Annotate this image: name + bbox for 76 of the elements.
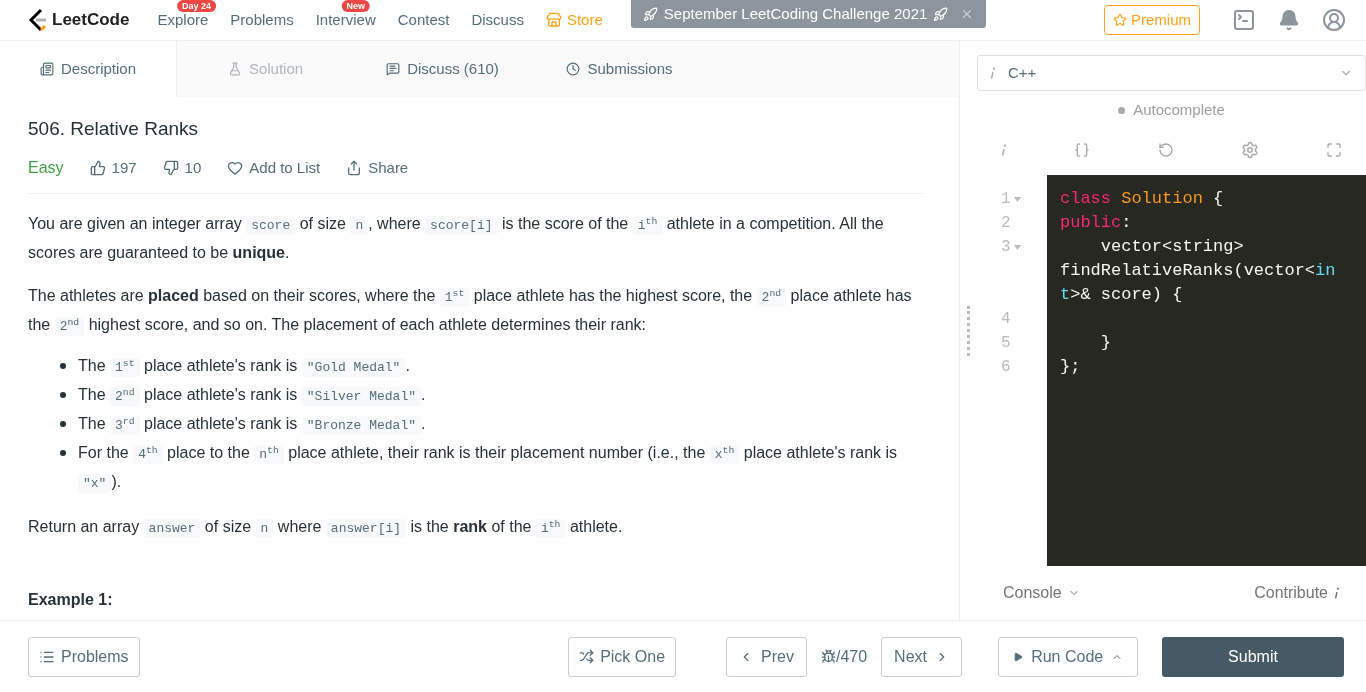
thumbs-down-icon xyxy=(162,159,179,176)
problem-counter: /470 xyxy=(835,646,868,667)
heart-icon xyxy=(227,159,244,176)
reset-icon[interactable] xyxy=(1157,142,1174,159)
info-icon xyxy=(1334,587,1340,600)
panel-tab[interactable]: Submissions xyxy=(531,41,708,97)
problems-button[interactable]: Problems xyxy=(28,636,140,677)
code-line: }; xyxy=(1060,356,1082,379)
nav-badge: New xyxy=(341,0,370,12)
code-line: class Solution { xyxy=(1060,188,1225,211)
settings-icon[interactable] xyxy=(1240,141,1259,160)
rocket-icon xyxy=(642,6,658,22)
language-select[interactable]: C++ xyxy=(977,55,1366,91)
submit-button[interactable]: Submit xyxy=(1162,636,1344,677)
code-line: } xyxy=(1099,332,1112,355)
console-button[interactable]: Console xyxy=(1003,581,1080,606)
fold-arrow-icon[interactable] xyxy=(1013,196,1021,202)
notification-icon[interactable] xyxy=(1278,9,1300,31)
line-number: 3 xyxy=(1001,237,1011,259)
code-editor[interactable]: class Solution { public: vector<string> findRelativeRanks(vector<int>& score) { } }; xyxy=(1047,175,1366,567)
fold-arrow-icon[interactable] xyxy=(1013,245,1021,251)
description-icon xyxy=(40,62,54,76)
difficulty-label: Easy xyxy=(28,158,64,178)
rule-item: For the 4$^{th}$ place to the n$^{th}$ place athlete, their rank is their placement number (i.e., the x$^{th}$ place athlete's rank is "x" ). xyxy=(78,443,899,495)
dislike-button[interactable]: 10 xyxy=(162,154,202,181)
contribute-button[interactable]: Contribute xyxy=(1254,581,1340,606)
fullscreen-icon[interactable] xyxy=(1326,142,1342,159)
line-number: 2 xyxy=(1001,213,1011,235)
share-icon xyxy=(346,159,363,176)
shuffle-icon xyxy=(579,649,595,664)
panel-tab[interactable]: Discuss (610) xyxy=(354,41,531,97)
rocket-icon xyxy=(933,6,949,22)
line-number: 1 xyxy=(1001,189,1011,211)
info-icon[interactable] xyxy=(1001,144,1007,157)
description-paragraph: The athletes are placed based on their scores, where the 1$^{st}$ place athlete has the highest score, the 2$^{nd}$ place athlete has the 2$^{nd}$ highest score, and so on. The placement of each athlete determines their rank: xyxy=(28,286,913,338)
line-number: 4 xyxy=(1001,309,1011,331)
info-icon xyxy=(990,66,996,79)
banner-text: September LeetCoding Challenge 2021 xyxy=(663,3,928,24)
format-icon[interactable] xyxy=(1074,142,1091,159)
rule-item: The 1$^{st}$ place athlete's rank is "Gold Medal" . xyxy=(78,356,411,379)
store-icon xyxy=(545,12,562,28)
description-paragraph: Return an array answer of size n where answer[i] is the rank of the i$^{th}$ athlete. xyxy=(28,517,624,540)
code-line: public: xyxy=(1060,212,1133,235)
pick-one-button[interactable]: Pick One xyxy=(568,636,677,677)
resize-handle[interactable] xyxy=(967,305,970,356)
rule-item: The 2$^{nd}$ place athlete's rank is "Silver Medal" . xyxy=(78,385,427,408)
logo-text[interactable]: LeetCode xyxy=(52,7,130,33)
nav-link[interactable]: Problems xyxy=(230,8,294,32)
clock-icon xyxy=(566,62,581,76)
star-icon xyxy=(1113,13,1127,27)
avatar-icon[interactable] xyxy=(1322,8,1346,32)
rule-item: The 3$^{rd}$ place athlete's rank is "Bronze Medal" . xyxy=(78,414,427,437)
line-number: 6 xyxy=(1001,357,1011,379)
next-button[interactable]: Next xyxy=(881,636,962,677)
challenge-banner[interactable]: September LeetCoding Challenge 2021 xyxy=(630,0,987,28)
share-button[interactable]: Share xyxy=(346,154,409,181)
problem-title: 506. Relative Ranks xyxy=(28,117,200,141)
example-heading: Example 1: xyxy=(28,590,114,610)
play-icon xyxy=(1013,650,1024,663)
thumbs-up-icon xyxy=(89,159,106,176)
code-line: vector<string> findRelativeRanks(vector<int>& score) { xyxy=(1060,236,1336,307)
flask-icon xyxy=(227,62,242,76)
logo-icon xyxy=(28,8,48,32)
nav-link[interactable]: Contest xyxy=(397,8,450,32)
nav-link[interactable]: Discuss xyxy=(471,8,524,32)
nav-badge: Day 24 xyxy=(177,0,217,12)
prev-button[interactable]: Prev xyxy=(726,636,807,677)
run-code-button[interactable]: Run Code xyxy=(998,636,1138,677)
panel-tab[interactable]: Description xyxy=(0,41,177,97)
comment-icon xyxy=(386,62,401,76)
playground-icon[interactable] xyxy=(1232,8,1256,32)
add-to-list-button[interactable]: Add to List xyxy=(227,154,321,181)
line-number: 5 xyxy=(1001,333,1011,355)
description-paragraph: You are given an integer array score of size n , where score[i] is the score of the i$^{th}$ athlete in a competition. All the scores are guaranteed to be unique. xyxy=(28,214,885,263)
like-button[interactable]: 197 xyxy=(89,154,137,181)
bug-icon xyxy=(820,649,836,664)
